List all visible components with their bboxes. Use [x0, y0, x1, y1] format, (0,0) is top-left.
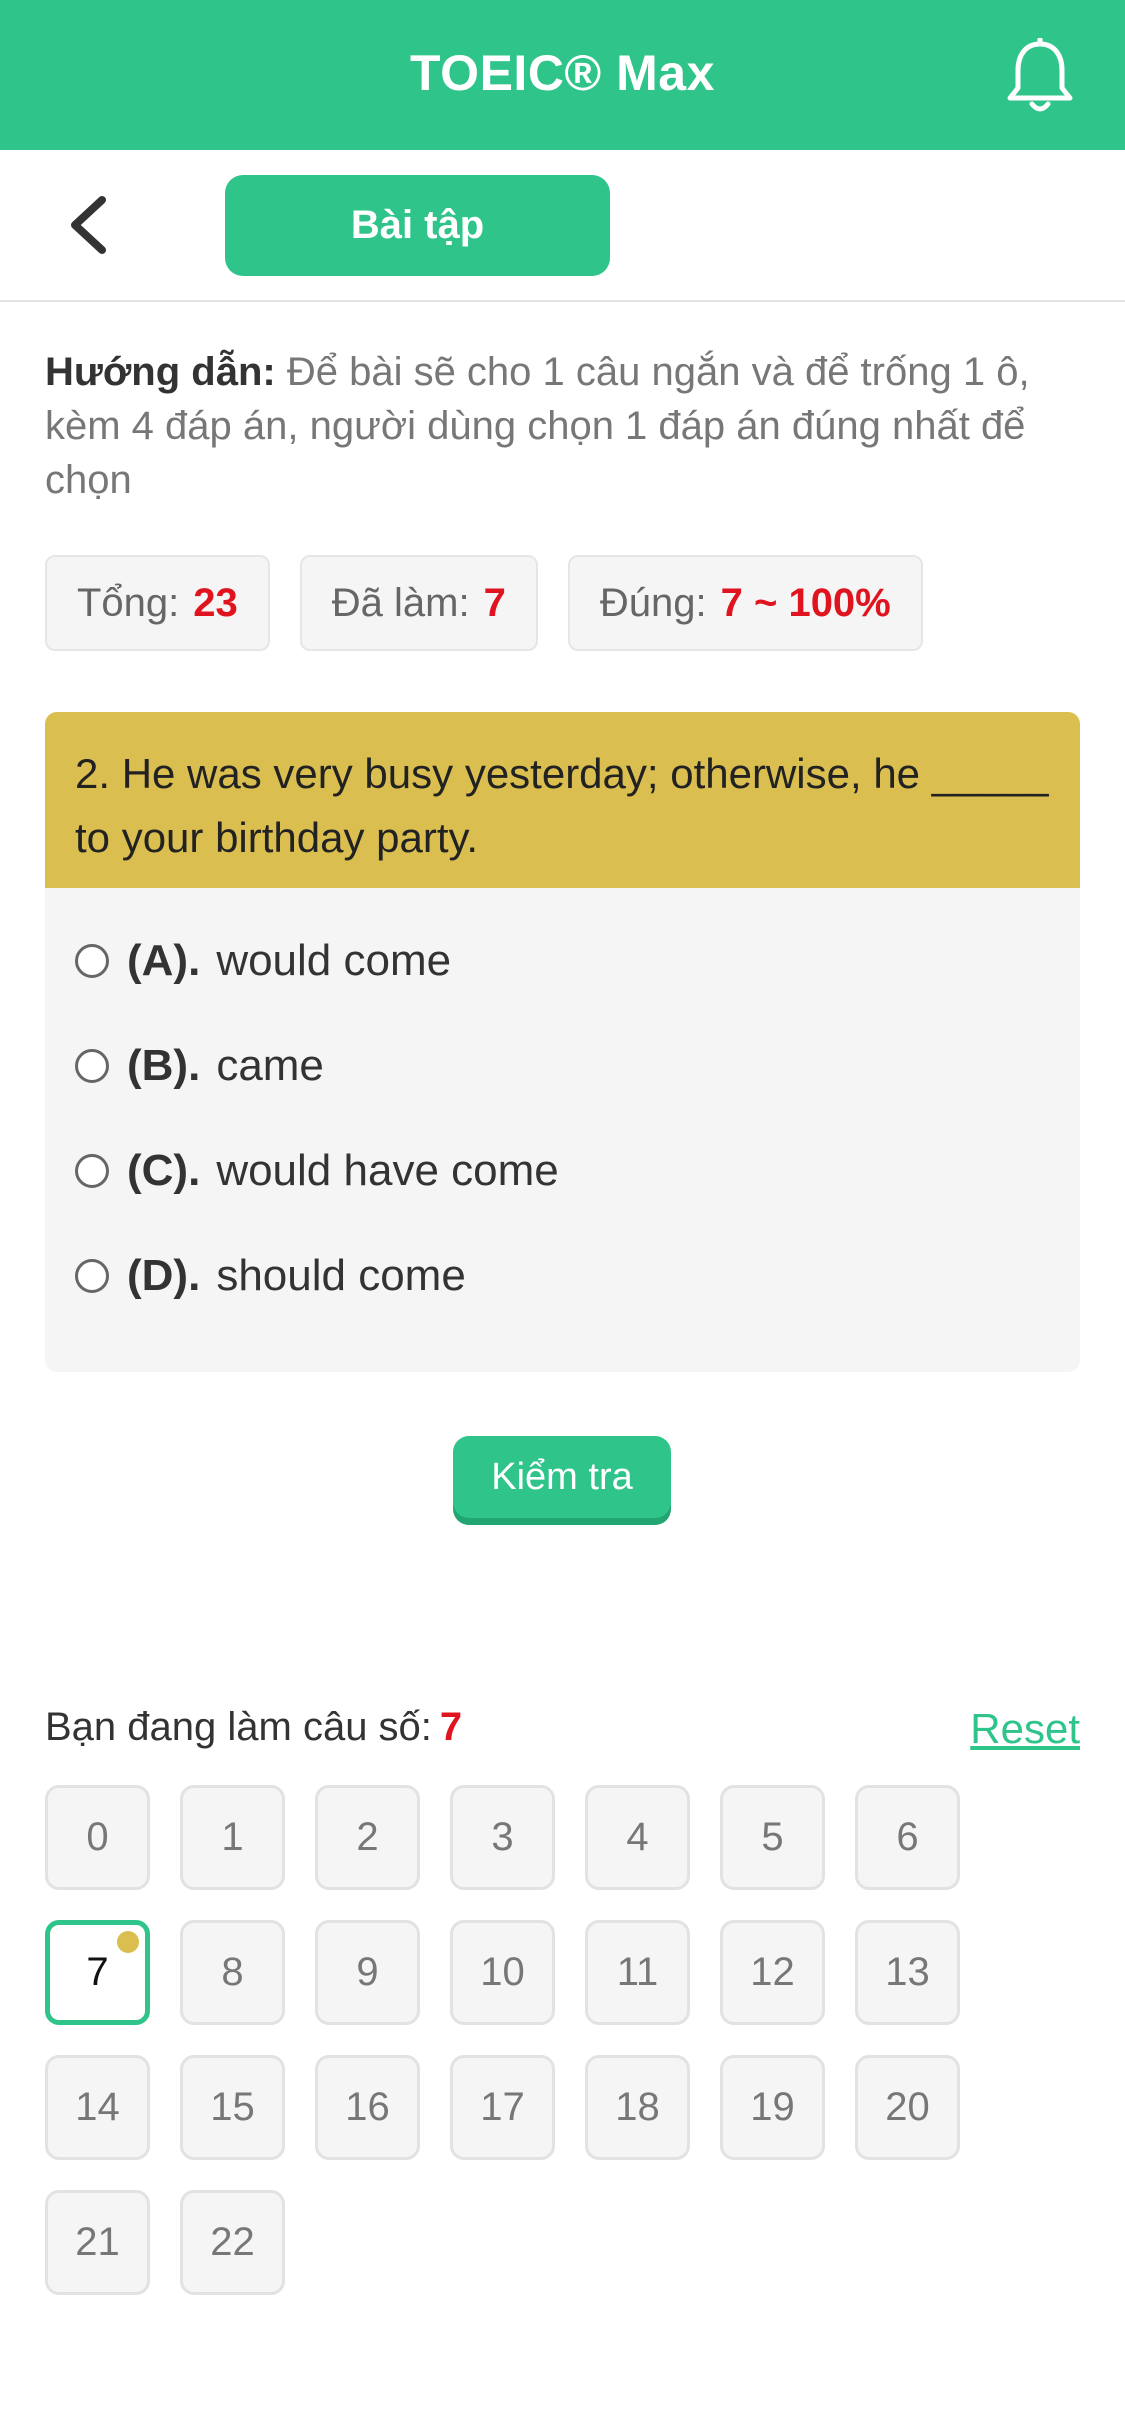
radio-button[interactable] — [75, 1153, 109, 1188]
question-number-label: 22 — [210, 2220, 255, 2264]
question-number-cell[interactable]: 21 — [45, 2190, 150, 2295]
stat-done: Đã làm: 7 — [299, 555, 538, 651]
question-number-label: 3 — [491, 1815, 514, 1859]
tab-exercise[interactable]: Bài tập — [225, 175, 610, 276]
reset-link[interactable]: Reset — [970, 1705, 1080, 1753]
option-text: would come — [216, 935, 452, 985]
question-number-cell[interactable]: 22 — [180, 2190, 285, 2295]
question-number-cell[interactable]: 19 — [720, 2055, 825, 2160]
option-text: came — [216, 1040, 324, 1090]
question-number-label: 9 — [356, 1950, 379, 1994]
option-c[interactable]: (C). would have come — [75, 1118, 1050, 1223]
question-number-cell[interactable]: 18 — [585, 2055, 690, 2160]
question-number-cell[interactable]: 11 — [585, 1920, 690, 2025]
question-number-cell[interactable]: 8 — [180, 1920, 285, 2025]
question-number-cell[interactable]: 1 — [180, 1785, 285, 1890]
question-card: 2. He was very busy yesterday; otherwise… — [45, 712, 1080, 1372]
question-number-label: 21 — [75, 2220, 120, 2264]
option-b[interactable]: (B). came — [75, 1013, 1050, 1118]
option-text: would have come — [216, 1145, 559, 1195]
stat-done-label: Đã làm: — [331, 580, 470, 625]
answer-options: (A). would come (B). came (C). would hav… — [45, 888, 1080, 1348]
question-number-label: 16 — [345, 2085, 390, 2129]
question-number-label: 5 — [761, 1815, 784, 1859]
question-number-label: 8 — [221, 1950, 244, 1994]
radio-button[interactable] — [75, 1048, 109, 1083]
instructions-label: Hướng dẫn: — [45, 350, 276, 394]
question-number-cell[interactable]: 7 — [45, 1920, 150, 2025]
stat-total: Tổng: 23 — [45, 555, 270, 651]
question-number-label: 13 — [885, 1950, 930, 1994]
check-button[interactable]: Kiểm tra — [453, 1436, 671, 1518]
option-d[interactable]: (D). should come — [75, 1223, 1050, 1328]
question-number-cell[interactable]: 14 — [45, 2055, 150, 2160]
question-number-cell[interactable]: 2 — [315, 1785, 420, 1890]
question-number-cell[interactable]: 4 — [585, 1785, 690, 1890]
stat-total-label: Tổng: — [77, 580, 180, 625]
option-letter: (D). — [127, 1250, 201, 1300]
stat-correct-label: Đúng: — [599, 580, 707, 625]
question-number-label: 20 — [885, 2085, 930, 2129]
option-letter: (B). — [127, 1040, 201, 1090]
current-question-label: Bạn đang làm câu số: — [45, 1705, 432, 1749]
question-text: 2. He was very busy yesterday; otherwise… — [45, 712, 1080, 888]
question-number-label: 19 — [750, 2085, 795, 2129]
stat-correct-value: 7 ~ 100% — [720, 580, 891, 625]
question-number-grid: 0 1 2 3 4 5 6 7 8 9 10 11 12 13 14 15 16 17 18 19 20 21 22 — [45, 1785, 1045, 2295]
question-number-label: 17 — [480, 2085, 525, 2129]
question-number-cell[interactable]: 13 — [855, 1920, 960, 2025]
question-number-label: 11 — [616, 1950, 659, 1994]
question-number-cell[interactable]: 17 — [450, 2055, 555, 2160]
option-a[interactable]: (A). would come — [75, 908, 1050, 1013]
question-number-label: 10 — [480, 1950, 525, 1994]
question-number-label: 0 — [86, 1815, 109, 1859]
sub-header: Bài tập — [0, 150, 1125, 302]
question-number-cell[interactable]: 3 — [450, 1785, 555, 1890]
instructions: Hướng dẫn: Để bài sẽ cho 1 câu ngắn và đ… — [45, 345, 1075, 507]
back-arrow-icon[interactable] — [60, 190, 120, 260]
question-number-cell[interactable]: 16 — [315, 2055, 420, 2160]
question-number-cell[interactable]: 0 — [45, 1785, 150, 1890]
question-number-label: 18 — [615, 2085, 660, 2129]
stat-total-value: 23 — [193, 580, 238, 625]
question-number-label: 14 — [75, 2085, 120, 2129]
option-letter: (C). — [127, 1145, 201, 1195]
app-title: TOEIC® Max — [410, 45, 715, 101]
question-number-label: 12 — [750, 1950, 795, 1994]
question-number-cell[interactable]: 10 — [450, 1920, 555, 2025]
question-number-cell[interactable]: 5 — [720, 1785, 825, 1890]
radio-button[interactable] — [75, 943, 109, 978]
current-question-number: 7 — [439, 1705, 463, 1749]
question-number-label: 7 — [86, 1950, 109, 1994]
bell-icon[interactable] — [1005, 38, 1075, 114]
stats-bar: Tổng: 23 Đã làm: 7 Đúng: 7 ~ 100% — [45, 555, 923, 651]
radio-button[interactable] — [75, 1258, 109, 1293]
option-text: should come — [216, 1250, 466, 1300]
question-number-label: 1 — [221, 1815, 244, 1859]
question-number-cell[interactable]: 9 — [315, 1920, 420, 2025]
option-letter: (A). — [127, 935, 201, 985]
current-question-indicator: Bạn đang làm câu số: 7 — [45, 1705, 462, 1750]
current-marker-dot — [117, 1931, 139, 1953]
app-header: TOEIC® Max — [0, 0, 1125, 150]
question-number-cell[interactable]: 6 — [855, 1785, 960, 1890]
question-number-cell[interactable]: 15 — [180, 2055, 285, 2160]
question-number-cell[interactable]: 12 — [720, 1920, 825, 2025]
stat-correct: Đúng: 7 ~ 100% — [567, 555, 923, 651]
question-number-label: 6 — [896, 1815, 919, 1859]
question-number-label: 4 — [626, 1815, 649, 1859]
stat-done-value: 7 — [483, 580, 506, 625]
question-number-cell[interactable]: 20 — [855, 2055, 960, 2160]
question-number-label: 15 — [210, 2085, 255, 2129]
question-number-label: 2 — [356, 1815, 379, 1859]
